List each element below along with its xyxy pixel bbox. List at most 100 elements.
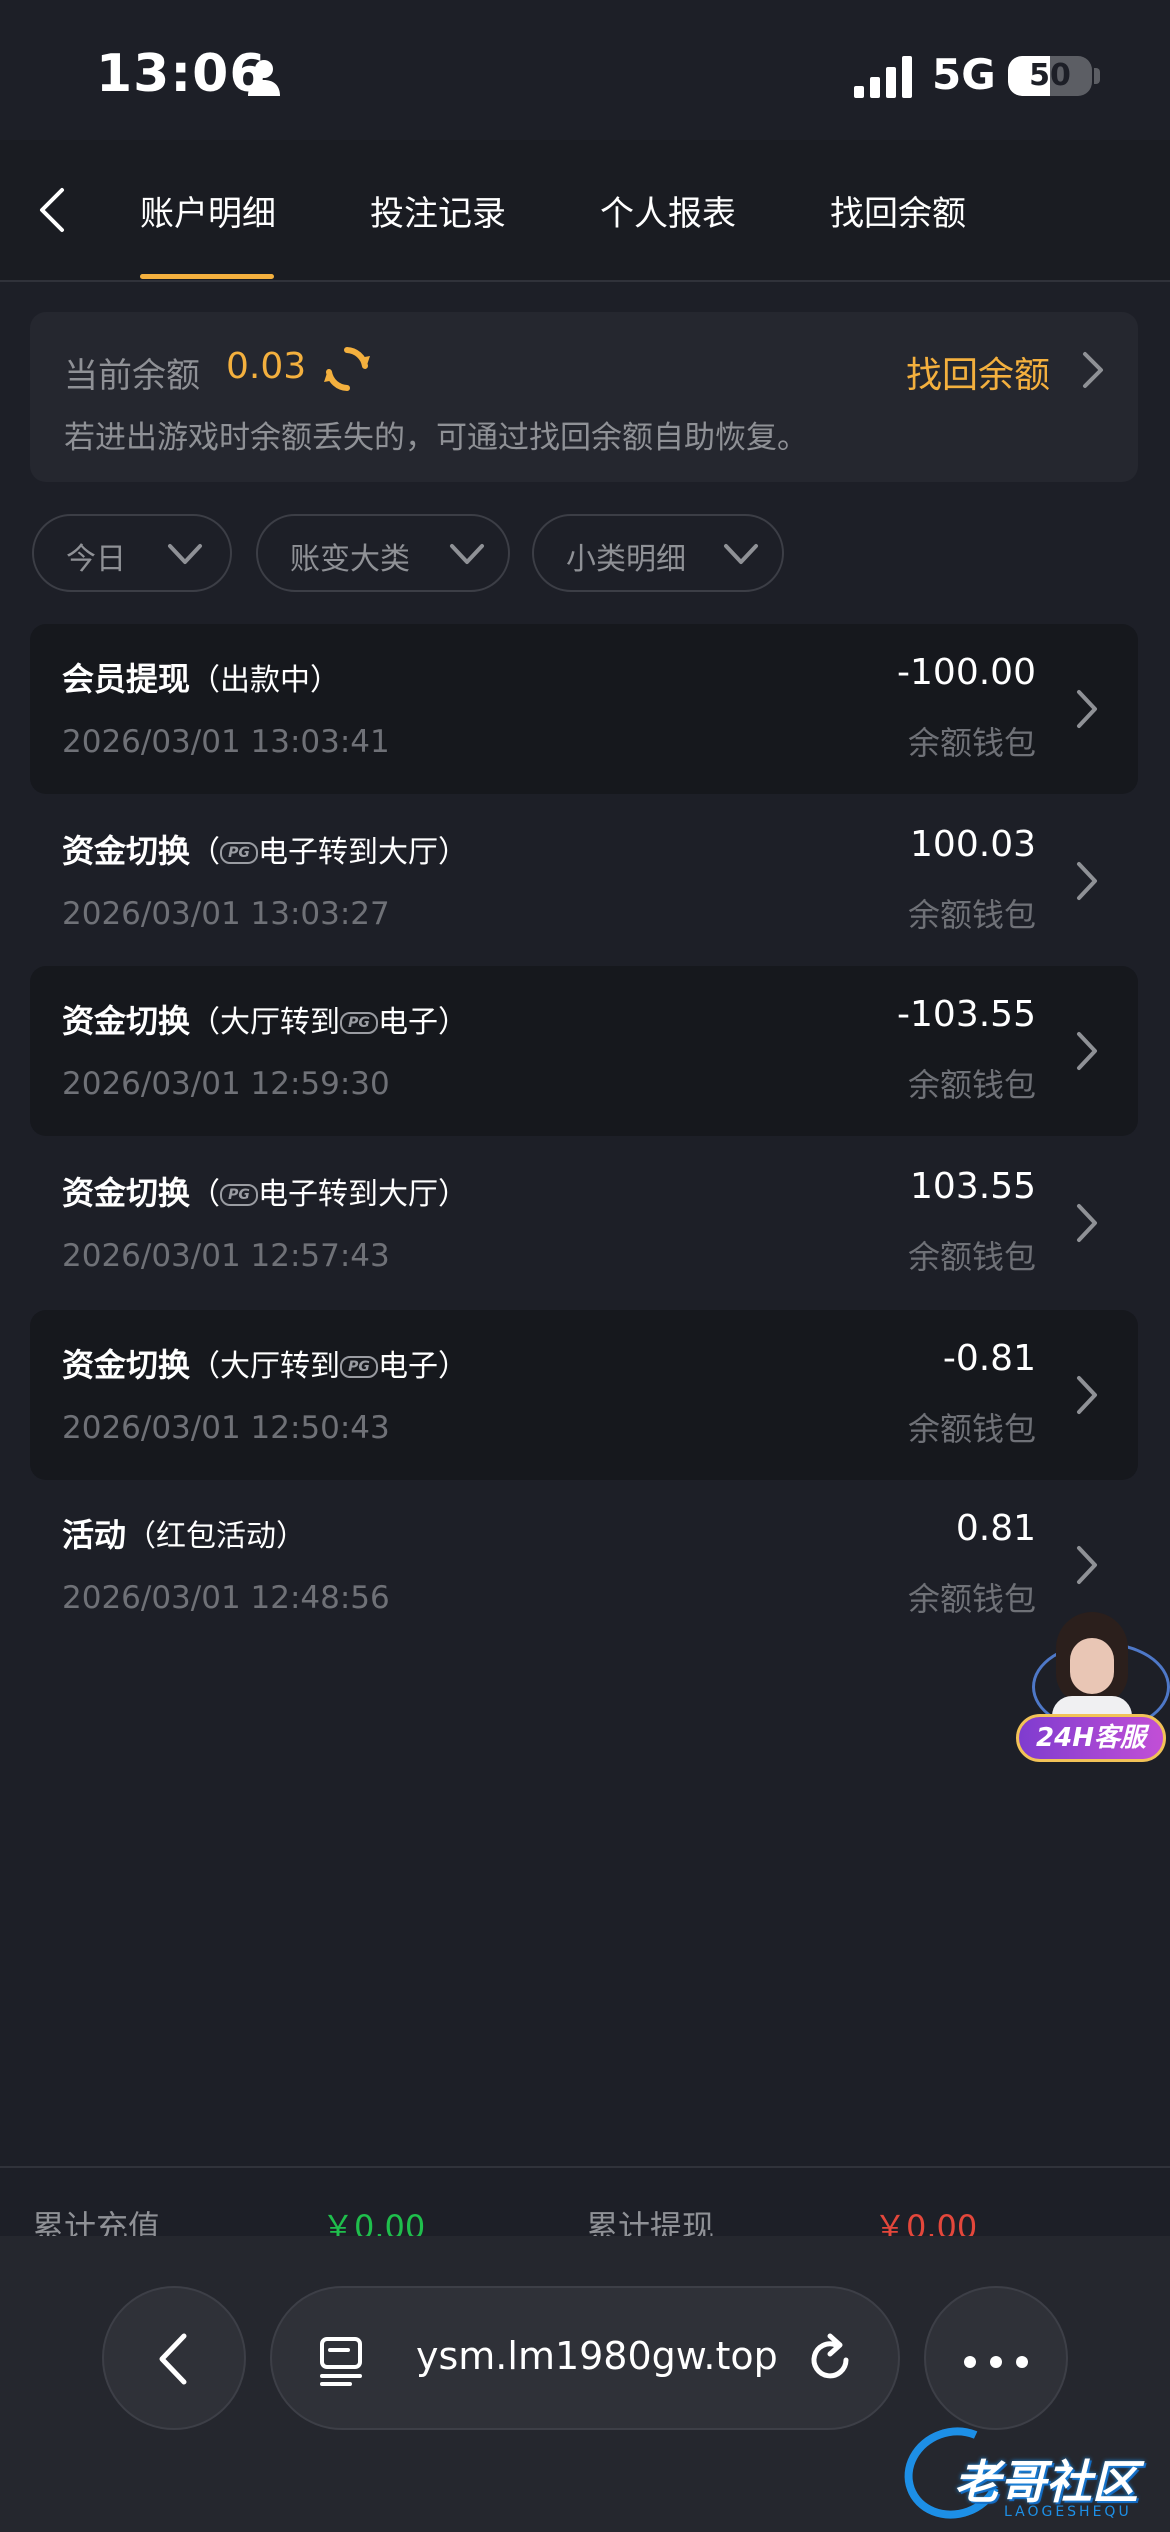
record-wallet: 余额钱包 [907, 896, 1036, 934]
record-sub: （出款中） [190, 663, 341, 698]
record-type: 活动 [62, 1516, 127, 1554]
record-title: 会员提现（出款中） [62, 654, 340, 700]
browser-more-button[interactable] [924, 2286, 1068, 2430]
watermark-subtext: LAOGESHEQU [1004, 2504, 1132, 2520]
chevron-right-icon [1077, 1204, 1097, 1242]
cs-badge: 24H客服 [1016, 1714, 1166, 1762]
filter-category-label: 账变大类 [290, 542, 410, 577]
record-sub-pre: （ [190, 1177, 221, 1212]
record-wallet: 余额钱包 [907, 1238, 1036, 1276]
record-type: 资金切换 [62, 1346, 191, 1384]
tab-retrieve-balance[interactable]: 找回余额 [830, 186, 966, 235]
battery-tip [1094, 68, 1100, 84]
tab-account-details[interactable]: 账户明细 [140, 186, 276, 235]
status-time: 13:06 [96, 44, 267, 104]
back-arrow-icon [159, 2333, 187, 2385]
list-item[interactable]: 资金切换（大厅转到 PG 电子） 2026/03/01 12:59:30 -103.… [30, 966, 1138, 1136]
record-title: 资金切换（大厅转到 PG 电子） [62, 1340, 468, 1386]
battery-level: 50 [1029, 58, 1071, 93]
tab-personal-report[interactable]: 个人报表 [600, 186, 736, 235]
record-title: 资金切换（ PG 电子转到大厅） [62, 826, 468, 872]
back-arrow-icon[interactable] [28, 182, 78, 238]
record-sub-pre: （大厅转到 [190, 1005, 341, 1040]
filter-subcategory[interactable]: 小类明细 [532, 514, 784, 592]
chevron-right-icon[interactable] [1078, 348, 1108, 392]
list-item[interactable]: 活动（红包活动） 2026/03/01 12:48:56 0.81 余额钱包 [30, 1480, 1138, 1650]
record-sub-post: 电子） [378, 1349, 469, 1384]
record-time: 2026/03/01 13:03:27 [62, 896, 390, 932]
browser-back-button[interactable] [102, 2286, 246, 2430]
watermark-text: 老哥社区 [954, 2455, 1138, 2509]
chevron-right-icon [1077, 862, 1097, 900]
cs-avatar-face [1070, 1638, 1114, 1694]
more-dot [990, 2356, 1002, 2368]
watermark-logo: 老哥社区 LAOGESHEQU [891, 2413, 1166, 2532]
record-time: 2026/03/01 12:48:56 [62, 1580, 390, 1616]
chevron-right-icon [1077, 690, 1097, 728]
balance-card: 当前余额 0.03 找回余额 若进出游戏时余额丢失的，可通过找回余额自助恢复。 [30, 312, 1138, 482]
list-item[interactable]: 资金切换（ PG 电子转到大厅） 2026/03/01 13:03:27 100.0… [30, 796, 1138, 966]
list-item[interactable]: 会员提现（出款中） 2026/03/01 13:03:41 -100.00 余额… [30, 624, 1138, 794]
record-wallet: 余额钱包 [907, 1410, 1036, 1448]
address-bar[interactable]: ysm.lm1980gw.top [270, 2286, 900, 2430]
pg-logo-icon: PG [220, 842, 259, 864]
chevron-down-icon [168, 544, 202, 564]
record-wallet: 余额钱包 [907, 724, 1036, 762]
record-sub-post: 电子转到大厅） [258, 835, 469, 870]
record-sub-post: 电子转到大厅） [258, 1177, 469, 1212]
record-amount: -100.00 [897, 652, 1036, 693]
record-amount: 0.81 [955, 1508, 1036, 1549]
chevron-right-icon [1077, 1546, 1097, 1584]
url-text: ysm.lm1980gw.top [416, 2334, 778, 2378]
chevron-right-icon [1077, 1376, 1097, 1414]
record-time: 2026/03/01 12:59:30 [62, 1066, 390, 1102]
filter-category[interactable]: 账变大类 [256, 514, 510, 592]
more-dot [1016, 2356, 1028, 2368]
record-wallet: 余额钱包 [907, 1066, 1036, 1104]
active-tab-indicator [140, 274, 274, 279]
record-sub: （红包活动） [126, 1519, 307, 1554]
record-title: 活动（红包活动） [62, 1510, 306, 1556]
record-time: 2026/03/01 13:03:41 [62, 724, 390, 760]
filter-date[interactable]: 今日 [32, 514, 232, 592]
record-type: 资金切换 [62, 1174, 191, 1212]
pg-logo-icon: PG [340, 1356, 379, 1378]
chevron-down-icon [450, 544, 484, 564]
chevron-down-icon [724, 544, 758, 564]
summary-bar: 累计充值 ￥0.00 累计提现 ￥0.00 [0, 2166, 1170, 2246]
battery-icon: 50 [1008, 56, 1092, 96]
page-menu-icon[interactable] [318, 2336, 364, 2386]
top-nav: 账户明细 投注记录 个人报表 找回余额 [0, 140, 1170, 282]
record-time: 2026/03/01 12:50:43 [62, 1410, 390, 1446]
pg-logo-icon: PG [340, 1012, 379, 1034]
status-bar: 13:06 5G 50 [0, 0, 1170, 140]
chevron-right-icon [1077, 1032, 1097, 1070]
balance-label: 当前余额 [64, 356, 200, 396]
record-title: 资金切换（ PG 电子转到大厅） [62, 1168, 468, 1214]
record-type: 资金切换 [62, 832, 191, 870]
record-amount: 103.55 [910, 1166, 1036, 1207]
list-item[interactable]: 资金切换（ PG 电子转到大厅） 2026/03/01 12:57:43 103.5… [30, 1138, 1138, 1308]
filter-subcategory-label: 小类明细 [566, 542, 686, 577]
retrieve-balance-link[interactable]: 找回余额 [906, 346, 1050, 398]
pg-logo-icon: PG [220, 1184, 259, 1206]
record-time: 2026/03/01 12:57:43 [62, 1238, 390, 1274]
reload-icon[interactable] [802, 2332, 858, 2388]
customer-service-button[interactable]: 24H客服 [1012, 1612, 1170, 1768]
refresh-icon[interactable] [322, 344, 372, 394]
record-amount: 100.03 [910, 824, 1036, 865]
filter-date-label: 今日 [66, 542, 126, 577]
record-type: 会员提现 [62, 660, 191, 698]
record-amount: -0.81 [942, 1338, 1036, 1379]
balance-amount: 0.03 [226, 346, 307, 387]
tab-bet-records[interactable]: 投注记录 [370, 186, 506, 235]
signal-icon [854, 56, 912, 98]
list-item[interactable]: 资金切换（大厅转到 PG 电子） 2026/03/01 12:50:43 -0.81… [30, 1310, 1138, 1480]
record-sub-pre: （ [190, 835, 221, 870]
more-dot [964, 2356, 976, 2368]
record-sub-post: 电子） [378, 1005, 469, 1040]
record-type: 资金切换 [62, 1002, 191, 1040]
balance-hint: 若进出游戏时余额丢失的，可通过找回余额自助恢复。 [64, 420, 808, 456]
person-icon [248, 60, 280, 96]
record-sub-pre: （大厅转到 [190, 1349, 341, 1384]
